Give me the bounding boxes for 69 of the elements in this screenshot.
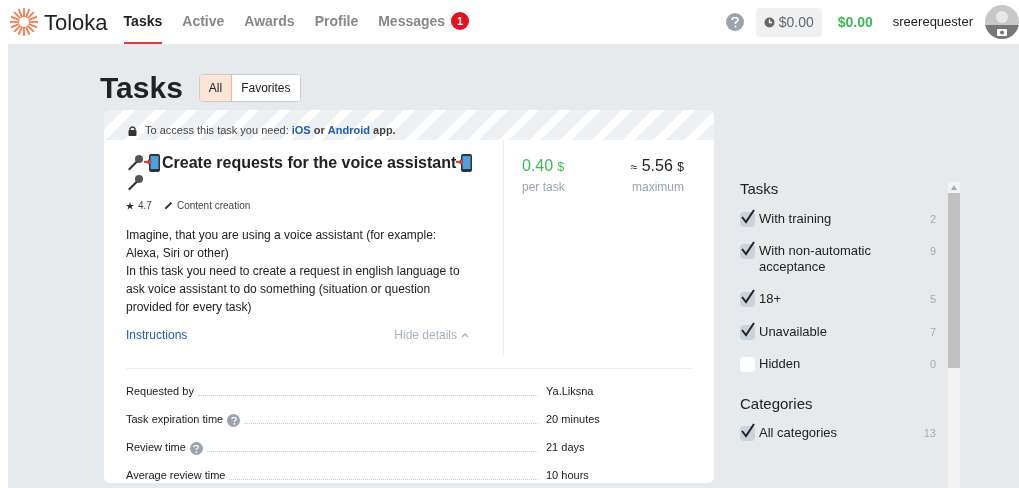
- filter-count: 0: [929, 357, 936, 372]
- detail-value: 20 minutes: [545, 411, 601, 427]
- detail-label: Requested by: [126, 383, 194, 399]
- avatar[interactable]: [985, 5, 1019, 39]
- filter-label: With training: [759, 210, 833, 227]
- ios-link[interactable]: iOS: [291, 123, 311, 136]
- task-description: Imagine, that you are using a voice assistant (for example: Alexa, Siri or other): [126, 227, 438, 262]
- detail-label: Review time: [126, 439, 186, 455]
- logo-text: Toloka: [44, 8, 108, 37]
- filter-label: Hidden: [759, 356, 802, 372]
- filter-section-title: Tasks: [740, 179, 780, 199]
- unread-count: 1: [451, 12, 470, 30]
- filter-section-title: Categories: [740, 393, 814, 414]
- checkbox[interactable]: [740, 324, 755, 340]
- filter-label: 18+: [759, 291, 783, 307]
- maximum-caption: maximum: [632, 179, 684, 196]
- filter-count: 2: [929, 211, 936, 227]
- help-icon[interactable]: [227, 414, 241, 427]
- checkbox[interactable]: [740, 357, 755, 372]
- balance: $0.00: [837, 12, 873, 32]
- phone-icon: [456, 153, 475, 173]
- nav-tab[interactable]: Awards: [244, 0, 295, 44]
- phone-icon: [144, 153, 162, 173]
- chevron-up-icon: [461, 332, 469, 338]
- android-link[interactable]: Android: [327, 123, 370, 136]
- nav-tab[interactable]: Messages 1: [378, 0, 470, 44]
- microphone-icon: [126, 174, 144, 192]
- username[interactable]: sreerequester: [892, 12, 973, 32]
- lock-icon: [128, 126, 137, 136]
- help-icon[interactable]: [725, 13, 744, 31]
- task-description: In this task you need to create a request in english language to ask voice assistant to do something (situation or question provided for every task): [126, 263, 461, 316]
- detail-value: Ya.Liksna: [545, 383, 595, 399]
- maximum-earnings: ≈ 5.56 $: [630, 156, 684, 176]
- filter-count: 13: [923, 426, 936, 441]
- detail-value: 21 days: [545, 439, 586, 455]
- detail-label: Average review time: [126, 467, 226, 483]
- pencil-icon: [163, 201, 173, 210]
- filter-tab[interactable]: All: [199, 75, 233, 101]
- scrollbar-thumb[interactable]: [948, 193, 960, 368]
- price: 0.40 $: [522, 156, 565, 176]
- filter-count: 9: [929, 244, 936, 259]
- nav-tab[interactable]: Active: [182, 0, 225, 44]
- checkbox[interactable]: [740, 292, 755, 307]
- price-caption: per task: [522, 179, 565, 196]
- star-icon: [126, 201, 134, 210]
- detail-label: Task expiration time: [126, 411, 224, 427]
- checkbox[interactable]: [740, 211, 755, 227]
- page-title: Tasks: [100, 71, 183, 105]
- category: Content creation: [176, 199, 251, 213]
- sun-logo-icon: [8, 6, 40, 38]
- instructions-link[interactable]: Instructions: [126, 326, 188, 344]
- filter-count: 7: [929, 324, 936, 340]
- clock-icon: [763, 16, 775, 28]
- pending-amount: $0.00: [778, 12, 814, 32]
- task-title: Create requests for the voice assistant: [162, 153, 457, 173]
- filter-label: With non-automatic acceptance: [759, 243, 872, 275]
- rating: 4.7: [138, 199, 152, 213]
- filter-label: All categories: [759, 425, 839, 441]
- access-note: To access this task you need: iOS or Android app.: [145, 122, 396, 138]
- scrollbar[interactable]: [948, 182, 960, 488]
- help-icon[interactable]: [189, 442, 203, 455]
- checkbox[interactable]: [740, 426, 755, 441]
- scroll-up-icon[interactable]: [951, 185, 957, 190]
- microphone-icon: [126, 154, 144, 172]
- detail-value: 10 hours: [545, 467, 590, 483]
- checkbox[interactable]: [740, 244, 755, 259]
- filter-label: Unavailable: [759, 323, 828, 340]
- filter-count: 5: [929, 292, 936, 307]
- nav-tab[interactable]: Profile: [314, 0, 359, 44]
